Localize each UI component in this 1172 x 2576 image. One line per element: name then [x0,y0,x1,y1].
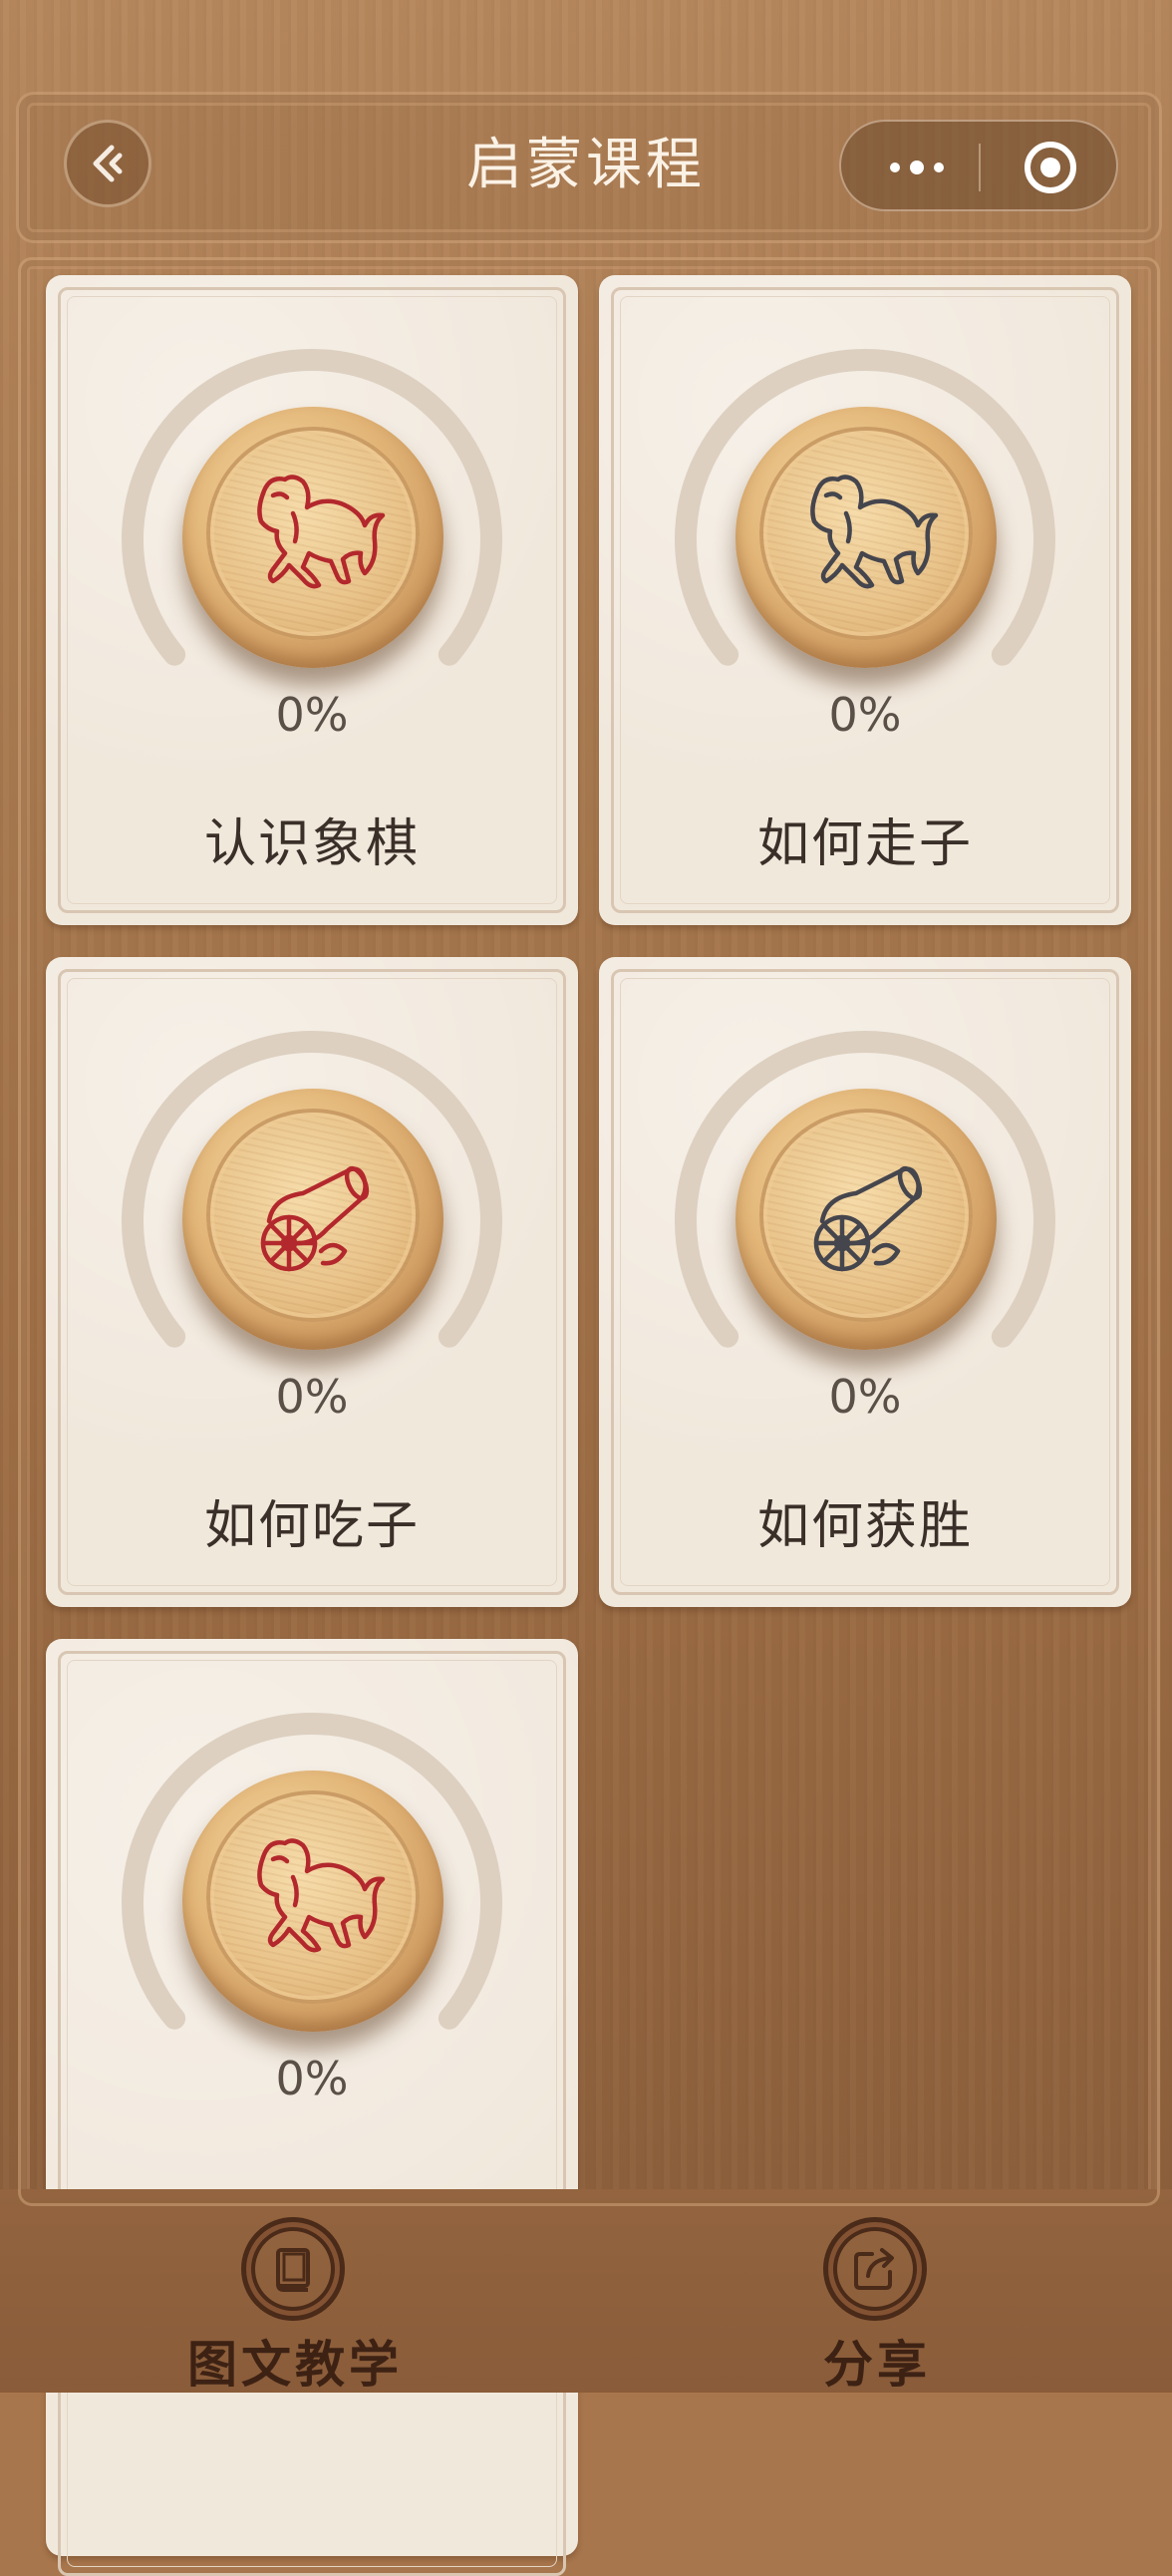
horse-chess-piece-icon [182,1771,443,2032]
course-title: 如何吃子 [203,1496,420,1556]
more-dots-icon[interactable] [877,152,957,183]
horse-chess-piece-icon [182,407,443,668]
page-title: 启蒙课程 [466,133,706,197]
book-icon [241,2217,345,2321]
progress-percent: 0% [275,2052,349,2105]
course-card[interactable]: 0% 如何吃子 [46,957,578,1607]
cannon-chess-piece-icon [735,1089,997,1350]
cannon-chess-piece-icon [182,1089,443,1350]
tab-share[interactable]: 分享 [757,2217,997,2394]
tab-illustrated-teaching[interactable]: 图文教学 [175,2217,415,2394]
course-card[interactable]: 0% 如何获胜 [599,957,1131,1607]
miniprogram-capsule [839,120,1118,211]
tab-label: 图文教学 [187,2335,403,2394]
capsule-divider [979,144,981,191]
tab-label: 分享 [823,2335,931,2394]
progress-percent: 0% [828,688,902,742]
progress-percent: 0% [828,1370,902,1424]
back-arrow-icon [93,145,123,182]
progress-percent: 0% [275,688,349,742]
progress-percent: 0% [275,1370,349,1424]
course-card[interactable]: 0% 如何走子 [599,275,1131,925]
share-icon [823,2217,927,2321]
back-button[interactable] [64,120,151,207]
course-title: 如何走子 [756,814,973,874]
course-title: 如何获胜 [756,1496,973,1556]
course-title: 认识象棋 [203,814,420,874]
capsule-close-icon[interactable] [1025,142,1076,193]
course-card[interactable]: 0% [46,1639,578,2576]
course-card[interactable]: 0% 认识象棋 [46,275,578,925]
horse-chess-piece-icon [735,407,997,668]
